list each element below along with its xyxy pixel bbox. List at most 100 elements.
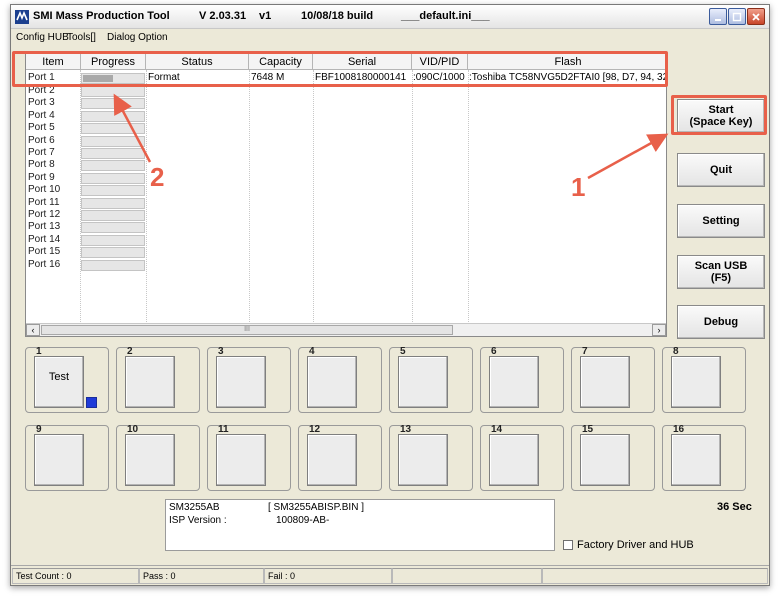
fail-count: Fail : 0 [264,568,392,584]
device-slot[interactable]: 6 [480,346,564,413]
slot-button[interactable] [125,434,175,486]
close-button[interactable] [747,8,765,25]
progress-bar [81,98,145,110]
scroll-right-icon[interactable]: › [652,324,666,336]
device-slot[interactable]: 3 [207,346,291,413]
device-slot[interactable]: 10 [116,424,200,491]
device-slot[interactable]: 13 [389,424,473,491]
port-label: Port 16 [28,258,61,270]
debug-button[interactable]: Debug [677,305,765,339]
progress-bar [81,172,145,184]
horizontal-scrollbar[interactable]: ‹ III › [26,323,666,336]
progress-bar [81,222,145,234]
factory-driver-option[interactable]: Factory Driver and HUB [563,539,694,551]
menu-bar: Config HUB Tools[] Dialog Option [11,29,769,47]
setting-label: Setting [702,215,740,227]
slot-button[interactable] [580,434,630,486]
scan-usb-label: Scan USB [694,260,748,272]
status-bar: Test Count : 0 Pass : 0 Fail : 0 [11,565,769,585]
device-slot[interactable]: 1 Test [25,346,109,413]
progress-bar [81,110,145,122]
maximize-icon [732,12,742,21]
port-label: Port 12 [28,209,61,220]
quit-label: Quit [710,164,732,176]
device-slot[interactable]: 4 [298,346,382,413]
slot-button[interactable] [489,356,539,408]
isp-version-label: ISP Version : [169,515,227,526]
port-label: Port 14 [28,233,61,245]
slot-button[interactable] [580,356,630,408]
port-label: Port 10 [28,184,61,196]
port-label: Port 13 [28,221,61,233]
app-title: SMI Mass Production Tool [33,10,170,22]
device-slot[interactable]: 11 [207,424,291,491]
status-led-icon [86,397,97,408]
slot-button[interactable] [125,356,175,408]
slot-button[interactable] [216,356,266,408]
isp-version-value: 100809-AB- [276,515,330,526]
menu-config-hub[interactable]: Config HUB [16,32,69,43]
ini-file: ___default.ini___ [401,10,490,22]
annotation-label-1: 1 [571,172,586,202]
slot-button[interactable] [34,434,84,486]
device-slot[interactable]: 12 [298,424,382,491]
progress-bar [81,185,145,197]
progress-bar [81,259,145,271]
status-cell-empty [542,568,768,584]
progress-bar [81,148,145,159]
quit-button[interactable]: Quit [677,153,765,187]
app-icon [15,10,29,24]
device-slot[interactable]: 14 [480,424,564,491]
slot-button[interactable] [307,356,357,408]
slot-button[interactable] [216,434,266,486]
pass-count: Pass : 0 [139,568,264,584]
port-label: Port 9 [28,171,55,183]
device-slot[interactable]: 16 [662,424,746,491]
device-slot[interactable]: 8 [662,346,746,413]
slot-button[interactable]: Test [34,356,84,408]
setting-button[interactable]: Setting [677,204,765,238]
build-date: 10/08/18 build [301,10,374,22]
progress-bar [81,86,145,97]
isp-file: [ SM3255ABISP.BIN ] [268,502,364,513]
minimize-button[interactable] [709,8,727,25]
slot-button[interactable] [489,434,539,486]
menu-tools[interactable]: Tools[] [67,32,96,43]
port-label: Port 8 [28,159,55,171]
scan-usb-button[interactable]: Scan USB (F5) [677,255,765,289]
port-label: Port 11 [28,196,60,208]
device-slot[interactable]: 2 [116,346,200,413]
slot-button[interactable] [398,434,448,486]
progress-bar [81,210,145,221]
main-window: SMI Mass Production Tool V 2.03.31 v1 10… [10,4,770,586]
device-slot[interactable]: 9 [25,424,109,491]
debug-label: Debug [703,316,739,328]
port-label: Port 3 [28,97,55,109]
slot-button[interactable] [671,356,721,408]
progress-bar [81,234,145,246]
test-count: Test Count : 0 [12,568,139,584]
port-label: Port 15 [28,246,61,258]
scan-usb-hotkey: (F5) [710,272,732,284]
close-icon [752,12,760,21]
device-slot[interactable]: 7 [571,346,655,413]
port-label: Port 5 [28,122,55,134]
slot-button[interactable] [398,356,448,408]
annotation-box-table-row [12,51,668,87]
factory-driver-checkbox[interactable] [563,540,573,550]
device-slot[interactable]: 5 [389,346,473,413]
app-version: V 2.03.31 [199,10,247,22]
port-label: Port 4 [28,109,55,121]
factory-driver-label: Factory Driver and HUB [577,539,694,551]
scroll-left-icon[interactable]: ‹ [26,324,40,336]
app-variant: v1 [259,10,272,22]
slot-button[interactable] [307,434,357,486]
progress-bar [81,123,145,135]
progress-bar [81,197,145,209]
scroll-thumb[interactable]: III [41,325,453,335]
annotation-label-2: 2 [150,162,165,192]
device-slot[interactable]: 15 [571,424,655,491]
menu-dialog-option[interactable]: Dialog Option [107,32,168,43]
slot-button[interactable] [671,434,721,486]
maximize-button[interactable] [728,8,746,25]
